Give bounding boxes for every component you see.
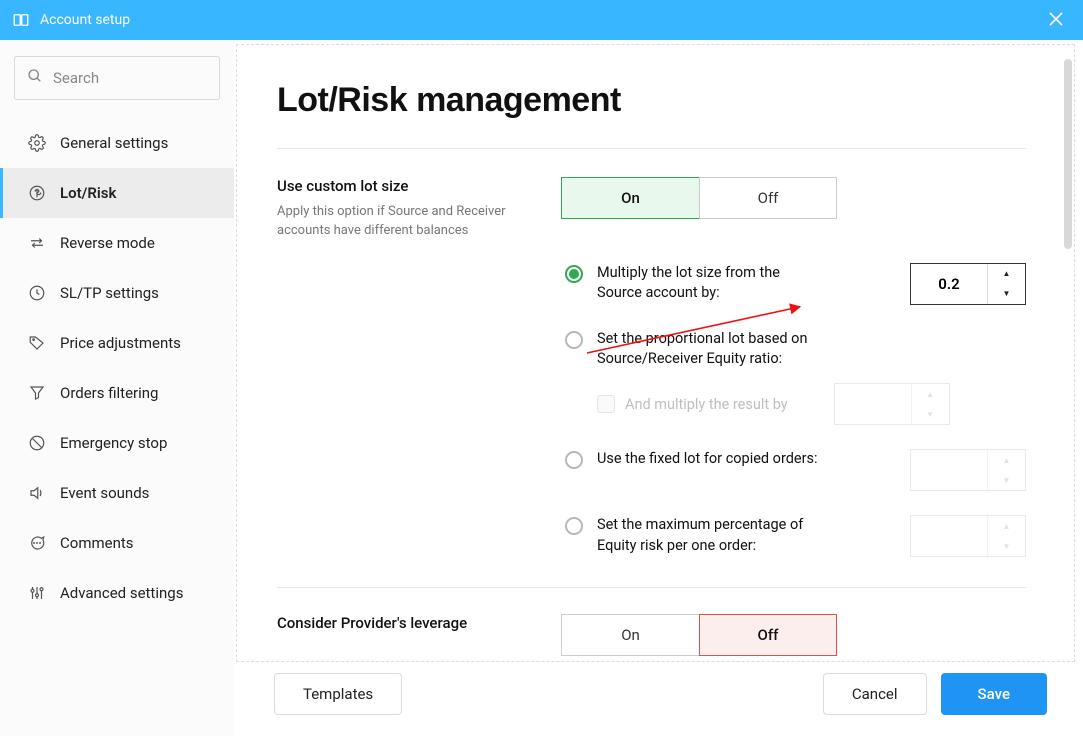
sidebar-nav: General settings Lot/Risk Reverse mode S… <box>0 118 234 618</box>
dollar-circle-icon <box>28 184 46 202</box>
proportional-subcheckbox[interactable] <box>597 395 615 413</box>
tag-icon <box>28 334 46 352</box>
option-multiply: Multiply the lot size from the Source ac… <box>565 263 1026 305</box>
chat-icon <box>28 534 46 552</box>
fixed-stepper[interactable]: ▲ ▼ <box>910 449 1026 491</box>
custom-lot-label: Use custom lot size <box>277 177 537 195</box>
sidebar-item-reverse-mode[interactable]: Reverse mode <box>0 218 234 268</box>
radio-proportional[interactable] <box>565 331 583 349</box>
page-title: Lot/Risk management <box>277 81 1026 120</box>
cog-icon <box>28 134 46 152</box>
sidebar-item-label: Price adjustments <box>60 334 181 352</box>
funnel-icon <box>28 384 46 402</box>
sidebar-item-label: Emergency stop <box>60 434 167 452</box>
search-icon <box>27 68 43 88</box>
sidebar-item-lot-risk[interactable]: Lot/Risk <box>0 168 234 218</box>
radio-multiply[interactable] <box>565 265 583 283</box>
radio-multiply-label: Multiply the lot size from the Source ac… <box>597 263 827 304</box>
stepper-up-icon[interactable]: ▲ <box>912 384 949 404</box>
stepper-up-icon[interactable]: ▲ <box>988 516 1025 536</box>
sidebar: General settings Lot/Risk Reverse mode S… <box>0 40 234 736</box>
sidebar-item-event-sounds[interactable]: Event sounds <box>0 468 234 518</box>
custom-lot-toggle-on[interactable]: On <box>561 177 699 219</box>
stepper-up-icon[interactable]: ▲ <box>988 450 1025 470</box>
sliders-icon <box>28 584 46 602</box>
option-max-equity: Set the maximum percentage of Equity ris… <box>565 515 1026 557</box>
search-input[interactable] <box>14 56 220 100</box>
sidebar-item-emergency-stop[interactable]: Emergency stop <box>0 418 234 468</box>
scrollbar-thumb[interactable] <box>1064 59 1072 249</box>
provider-leverage-toggle-off[interactable]: Off <box>699 614 837 656</box>
sidebar-item-advanced-settings[interactable]: Advanced settings <box>0 568 234 618</box>
sidebar-item-label: SL/TP settings <box>60 284 159 302</box>
sidebar-item-label: Comments <box>60 534 134 552</box>
option-proportional: Set the proportional lot based on Source… <box>565 329 1026 426</box>
radio-max-equity[interactable] <box>565 517 583 535</box>
provider-leverage-toggle-on[interactable]: On <box>561 614 699 656</box>
save-button[interactable]: Save <box>941 673 1047 715</box>
volume-icon <box>28 484 46 502</box>
ban-icon <box>28 434 46 452</box>
window-title: Account setup <box>40 12 130 28</box>
divider <box>277 587 1026 588</box>
sidebar-item-label: Reverse mode <box>60 234 155 252</box>
sidebar-item-general-settings[interactable]: General settings <box>0 118 234 168</box>
multiply-value[interactable] <box>911 264 987 304</box>
stepper-down-icon[interactable]: ▼ <box>988 284 1025 304</box>
proportional-stepper[interactable]: ▲ ▼ <box>834 383 950 425</box>
stepper-up-icon[interactable]: ▲ <box>988 264 1025 284</box>
stepper-down-icon[interactable]: ▼ <box>988 536 1025 556</box>
fixed-value[interactable] <box>911 450 987 490</box>
custom-lot-toggle[interactable]: On Off <box>561 177 837 219</box>
sidebar-item-price-adjustments[interactable]: Price adjustments <box>0 318 234 368</box>
main-content: Lot/Risk management Use custom lot size … <box>234 40 1083 736</box>
max-equity-stepper[interactable]: ▲ ▼ <box>910 515 1026 557</box>
sidebar-item-label: Orders filtering <box>60 384 158 402</box>
custom-lot-sublabel: Apply this option if Source and Receiver… <box>277 203 537 241</box>
max-equity-value[interactable] <box>911 516 987 556</box>
footer: Templates Cancel Save <box>234 662 1083 736</box>
custom-lot-toggle-off[interactable]: Off <box>699 177 837 219</box>
stepper-down-icon[interactable]: ▼ <box>988 470 1025 490</box>
sidebar-item-label: Advanced settings <box>60 584 183 602</box>
close-icon[interactable] <box>1041 6 1071 35</box>
clock-icon <box>28 284 46 302</box>
radio-fixed[interactable] <box>565 451 583 469</box>
sidebar-item-orders-filtering[interactable]: Orders filtering <box>0 368 234 418</box>
radio-max-equity-label: Set the maximum percentage of Equity ris… <box>597 515 827 556</box>
titlebar: Account setup <box>0 0 1083 40</box>
stepper-down-icon[interactable]: ▼ <box>912 404 949 424</box>
templates-button[interactable]: Templates <box>274 673 402 715</box>
provider-leverage-label: Consider Provider's leverage <box>277 614 537 632</box>
proportional-value[interactable] <box>835 384 911 424</box>
sidebar-item-label: Event sounds <box>60 484 149 502</box>
proportional-sublabel: And multiply the result by <box>625 396 788 413</box>
app-icon <box>12 11 30 29</box>
provider-leverage-toggle[interactable]: On Off <box>561 614 837 656</box>
sidebar-item-sl-tp-settings[interactable]: SL/TP settings <box>0 268 234 318</box>
cancel-button[interactable]: Cancel <box>823 673 927 715</box>
sidebar-item-label: Lot/Risk <box>60 184 116 202</box>
divider <box>277 148 1026 149</box>
radio-proportional-label: Set the proportional lot based on Source… <box>597 329 827 370</box>
multiply-stepper[interactable]: ▲ ▼ <box>910 263 1026 305</box>
swap-icon <box>28 234 46 252</box>
sidebar-item-comments[interactable]: Comments <box>0 518 234 568</box>
radio-fixed-label: Use the fixed lot for copied orders: <box>597 449 827 469</box>
sidebar-item-label: General settings <box>60 134 168 152</box>
option-fixed: Use the fixed lot for copied orders: ▲ ▼ <box>565 449 1026 491</box>
